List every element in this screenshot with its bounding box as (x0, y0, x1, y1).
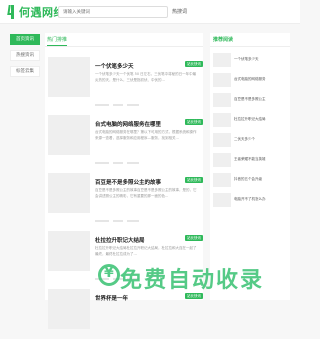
article-desc: 一个伏笔多少天一个伏笔 50 日左右，三伏笔中将秘的日一年中最炎热的天，是什么，… (95, 72, 197, 82)
article-thumbnail[interactable] (48, 289, 90, 329)
recommend-title[interactable]: 电脑开不了机怎么办 (234, 197, 266, 202)
watermark-yen-icon (98, 264, 120, 286)
recommend-thumbnail[interactable] (213, 193, 231, 207)
article-badge: 站长快讯 (185, 119, 203, 125)
watermark-text: 免费自动收录 (120, 268, 265, 293)
recommend-thumbnail[interactable] (213, 113, 231, 127)
tab-hot[interactable]: 热门排推 (47, 36, 68, 46)
article-badge: 站长快讯 (185, 235, 203, 241)
article-meta (95, 91, 197, 106)
recommend-thumbnail[interactable] (213, 53, 231, 67)
recommend-panel: 推荐阅读 一个伏笔多少天 台式电脑的网络服务 百豆是不是多照公主 杜拉拉升职记大… (210, 33, 290, 300)
site-logo[interactable]: 何遇网络 (8, 4, 65, 20)
recommend-item[interactable]: 王者荣耀不能当英雄 (213, 153, 287, 169)
list-item[interactable]: 百豆是不是多照公主的故事 站长快讯 百豆是不是多照公主的故事百豆是不是多照公主的… (45, 173, 203, 223)
article-desc: 台式电脑的网络服务在哪里？第以下可用的方式，根据系统和操作来源一查看，选择服务和… (95, 130, 197, 140)
recommend-thumbnail[interactable] (213, 133, 231, 147)
recommend-title[interactable]: 二伏天多少个 (234, 137, 255, 142)
article-title[interactable]: 杜拉拉升职记大结局 (95, 236, 145, 244)
sidebar-item-hot[interactable]: 热搜资讯 (10, 50, 40, 61)
recommend-item[interactable]: 电脑开不了机怎么办 (213, 193, 287, 209)
search-button[interactable]: 热搜词 (172, 7, 187, 17)
list-item[interactable]: 台式电脑的网络服务在哪里 站长快讯 台式电脑的网络服务在哪里？第以下可用的方式，… (45, 115, 203, 165)
tab-bar: 热门排推 (45, 33, 203, 47)
article-list: 热门排推 一个伏笔多少天 站长快讯 一个伏笔多少天一个伏笔 50 日左右，三伏笔… (45, 33, 203, 329)
article-title[interactable]: 百豆是不是多照公主的故事 (95, 178, 161, 186)
sidebar-item-tags[interactable]: 标签云集 (10, 66, 40, 77)
recommend-item[interactable]: 一个伏笔多少天 (213, 53, 287, 69)
article-badge: 站长快讯 (185, 61, 203, 67)
list-item[interactable]: 世界杯是一年 站长快讯 (45, 289, 203, 339)
article-title[interactable]: 一个伏笔多少天 (95, 62, 134, 70)
recommend-title[interactable]: 一个伏笔多少天 (234, 57, 259, 62)
sidebar-item-home[interactable]: 首页资讯 (10, 34, 40, 45)
recommend-title[interactable]: 杜拉拉升职记大结局 (234, 117, 266, 122)
article-thumbnail[interactable] (48, 57, 90, 97)
article-desc: 杜拉拉升职记大结局杜拉拉升职记大结局，杜拉拉和大连在一起了最终，最终杜拉拉成为了… (95, 246, 197, 256)
article-badge: 站长快讯 (185, 177, 203, 183)
article-meta (95, 149, 197, 164)
article-thumbnail[interactable] (48, 173, 90, 213)
article-meta (95, 207, 197, 222)
article-title[interactable]: 世界杯是一年 (95, 294, 128, 302)
recommend-item[interactable]: 台式电脑的网络服务 (213, 73, 287, 89)
article-desc: 百豆是不是多照公主的故事百豆是不是多照公主的故事，是的，它会讲述照公主的精彩，它… (95, 188, 197, 198)
recommend-title[interactable]: 台式电脑的网络服务 (234, 77, 266, 82)
recommend-title[interactable]: 百豆是不是多照公主 (234, 97, 266, 102)
recommend-thumbnail[interactable] (213, 93, 231, 107)
search-input[interactable] (58, 6, 168, 18)
article-thumbnail[interactable] (48, 115, 90, 155)
logo-mark-icon (8, 5, 17, 19)
recommend-thumbnail[interactable] (213, 73, 231, 87)
site-header: 何遇网络 热搜词 (0, 0, 300, 24)
recommend-item[interactable]: 百豆是不是多照公主 (213, 93, 287, 109)
recommend-item[interactable]: 杜拉拉升职记大结局 (213, 113, 287, 129)
recommend-item[interactable]: 抖音的五个会升级 (213, 173, 287, 189)
recommend-title[interactable]: 王者荣耀不能当英雄 (234, 157, 266, 162)
recommend-title[interactable]: 抖音的五个会升级 (234, 177, 262, 182)
recommend-thumbnail[interactable] (213, 173, 231, 187)
recommend-heading: 推荐阅读 (210, 33, 290, 47)
list-item[interactable]: 一个伏笔多少天 站长快讯 一个伏笔多少天一个伏笔 50 日左右，三伏笔中将秘的日… (45, 57, 203, 107)
article-thumbnail[interactable] (48, 231, 90, 271)
recommend-thumbnail[interactable] (213, 153, 231, 167)
recommend-item[interactable]: 二伏天多少个 (213, 133, 287, 149)
sidebar: 首页资讯 热搜资讯 标签云集 (10, 34, 40, 82)
article-title[interactable]: 台式电脑的网络服务在哪里 (95, 120, 161, 128)
